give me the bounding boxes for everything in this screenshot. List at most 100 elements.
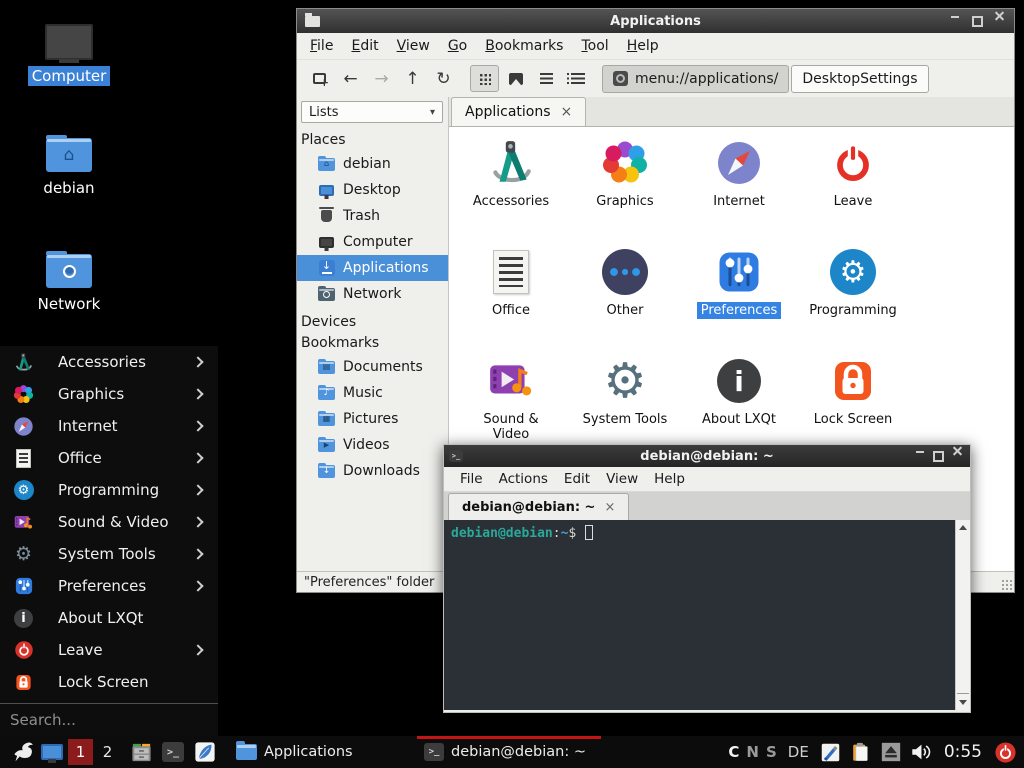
graphics-icon <box>599 137 651 189</box>
path-segment-applications[interactable]: menu://applications/ <box>602 65 789 93</box>
menu-help[interactable]: Help <box>646 468 693 490</box>
app-category-internet[interactable]: Internet <box>682 133 796 242</box>
tab-close-icon[interactable]: × <box>604 500 615 515</box>
task-button-terminal[interactable]: >_ debian@debian: ~ <box>415 736 603 768</box>
sidebar-item-computer[interactable]: Computer <box>297 229 448 255</box>
minimize-button[interactable] <box>910 451 929 453</box>
leave-power-button[interactable] <box>994 736 1017 768</box>
menu-file[interactable]: File <box>452 468 491 490</box>
sidebar-item-downloads[interactable]: ↓ Downloads <box>297 458 448 484</box>
workspace-1-button[interactable]: 1 <box>68 739 93 765</box>
quicklaunch-file-manager[interactable] <box>125 736 157 768</box>
maximize-button[interactable] <box>929 451 948 462</box>
icon-view-button[interactable] <box>470 65 499 92</box>
scroll-up-icon[interactable] <box>959 525 967 530</box>
back-button[interactable]: ← <box>336 65 365 92</box>
programming-icon: ⚙ <box>13 480 34 501</box>
menu-go[interactable]: Go <box>439 34 476 58</box>
menu-item-graphics[interactable]: Graphics <box>0 378 218 410</box>
fm-titlebar[interactable]: Applications <box>297 9 1014 33</box>
keyboard-indicator[interactable]: C N S <box>728 743 776 761</box>
menu-help[interactable]: Help <box>618 34 668 58</box>
sidebar-mode-select[interactable]: Lists ▾ <box>301 101 443 123</box>
volume-icon[interactable] <box>910 736 932 768</box>
sidebar-item-music[interactable]: ♪ Music <box>297 380 448 406</box>
app-category-preferences[interactable]: Preferences <box>682 242 796 351</box>
compact-view-button[interactable] <box>532 65 561 92</box>
terminal-tab[interactable]: debian@debian: ~ × <box>448 493 629 520</box>
desktop-icon-network[interactable]: Network <box>23 254 115 314</box>
new-tab-button[interactable]: + <box>305 65 334 92</box>
menu-item-about-lxqt[interactable]: i About LXQt <box>0 602 218 634</box>
menu-edit[interactable]: Edit <box>556 468 598 490</box>
quicklaunch-featherpad[interactable] <box>189 736 221 768</box>
videos-folder-icon: ▶ <box>318 439 335 452</box>
menu-tool[interactable]: Tool <box>572 34 617 58</box>
menu-item-system-tools[interactable]: ⚙ System Tools <box>0 538 218 570</box>
sidebar-item-applications[interactable]: ↓ Applications <box>297 255 448 281</box>
minimize-button[interactable] <box>944 16 966 18</box>
clock[interactable]: 0:55 <box>944 742 982 762</box>
terminal-scrollbar[interactable] <box>955 520 970 710</box>
scroll-down-icon[interactable] <box>959 700 967 705</box>
reload-button[interactable]: ↻ <box>429 65 458 92</box>
thumbnail-view-button[interactable] <box>501 65 530 92</box>
fm-menubar: File Edit View Go Bookmarks Tool Help <box>297 33 1014 60</box>
menu-item-programming[interactable]: ⚙ Programming <box>0 474 218 506</box>
tab-applications[interactable]: Applications × <box>451 97 586 126</box>
task-button-applications[interactable]: Applications <box>227 736 415 768</box>
sidebar-item-documents[interactable]: ▤ Documents <box>297 354 448 380</box>
sidebar-item-network[interactable]: Network <box>297 281 448 307</box>
resize-grip[interactable] <box>1001 579 1012 590</box>
menu-item-lock-screen[interactable]: Lock Screen <box>0 666 218 698</box>
show-desktop-button[interactable] <box>37 736 67 768</box>
app-category-graphics[interactable]: Graphics <box>568 133 682 242</box>
menu-bookmarks[interactable]: Bookmarks <box>476 34 572 58</box>
about-icon: i <box>13 608 34 629</box>
menu-item-office[interactable]: Office <box>0 442 218 474</box>
terminal-icon: >_ <box>449 450 463 462</box>
sidebar-item-trash[interactable]: Trash <box>297 203 448 229</box>
sidebar-item-desktop[interactable]: Desktop <box>297 177 448 203</box>
quicklaunch-terminal[interactable]: >_ <box>157 736 189 768</box>
app-category-programming[interactable]: ⚙ Programming <box>796 242 910 351</box>
sidebar-item-videos[interactable]: ▶ Videos <box>297 432 448 458</box>
terminal-titlebar[interactable]: >_ debian@debian: ~ <box>444 445 970 467</box>
keyboard-layout[interactable]: DE <box>788 743 809 761</box>
sidebar-item-pictures[interactable]: ▦ Pictures <box>297 406 448 432</box>
menu-item-sound-video[interactable]: Sound & Video <box>0 506 218 538</box>
forward-button[interactable]: → <box>367 65 396 92</box>
menu-edit[interactable]: Edit <box>342 34 387 58</box>
app-category-other[interactable]: Other <box>568 242 682 351</box>
search-input[interactable] <box>0 704 218 736</box>
submenu-chevron-icon <box>192 484 203 495</box>
main-menu-button[interactable] <box>7 736 37 768</box>
app-category-office[interactable]: Office <box>454 242 568 351</box>
menu-actions[interactable]: Actions <box>491 468 556 490</box>
menu-item-internet[interactable]: Internet <box>0 410 218 442</box>
menu-item-accessories[interactable]: Accessories <box>0 346 218 378</box>
desktop-icon-computer[interactable]: Computer <box>23 24 115 86</box>
thumbnail-view-icon <box>509 73 523 85</box>
menu-file[interactable]: File <box>301 34 342 58</box>
workspace-2-button[interactable]: 2 <box>95 739 120 765</box>
terminal-screen[interactable]: debian@debian:~$ <box>444 520 955 710</box>
path-segment-desktopsettings[interactable]: DesktopSettings <box>791 65 928 93</box>
app-category-leave[interactable]: Leave <box>796 133 910 242</box>
sidebar-item-debian[interactable]: ⌂ debian <box>297 151 448 177</box>
menu-view[interactable]: View <box>388 34 439 58</box>
detailed-view-button[interactable] <box>563 65 592 92</box>
desktop-icon-debian[interactable]: ⌂ debian <box>23 138 115 198</box>
terminal-cursor <box>585 525 593 540</box>
screenshot-tray-icon[interactable] <box>820 736 841 768</box>
removable-media-icon[interactable] <box>881 736 901 768</box>
up-button[interactable]: ↑ <box>398 65 427 92</box>
menu-item-preferences[interactable]: Preferences <box>0 570 218 602</box>
menu-item-leave[interactable]: Leave <box>0 634 218 666</box>
clipboard-tray-icon[interactable] <box>850 736 872 768</box>
maximize-button[interactable] <box>966 16 988 27</box>
submenu-chevron-icon <box>192 388 203 399</box>
tab-close-icon[interactable]: × <box>561 104 573 120</box>
app-category-accessories[interactable]: Accessories <box>454 133 568 242</box>
menu-view[interactable]: View <box>598 468 646 490</box>
